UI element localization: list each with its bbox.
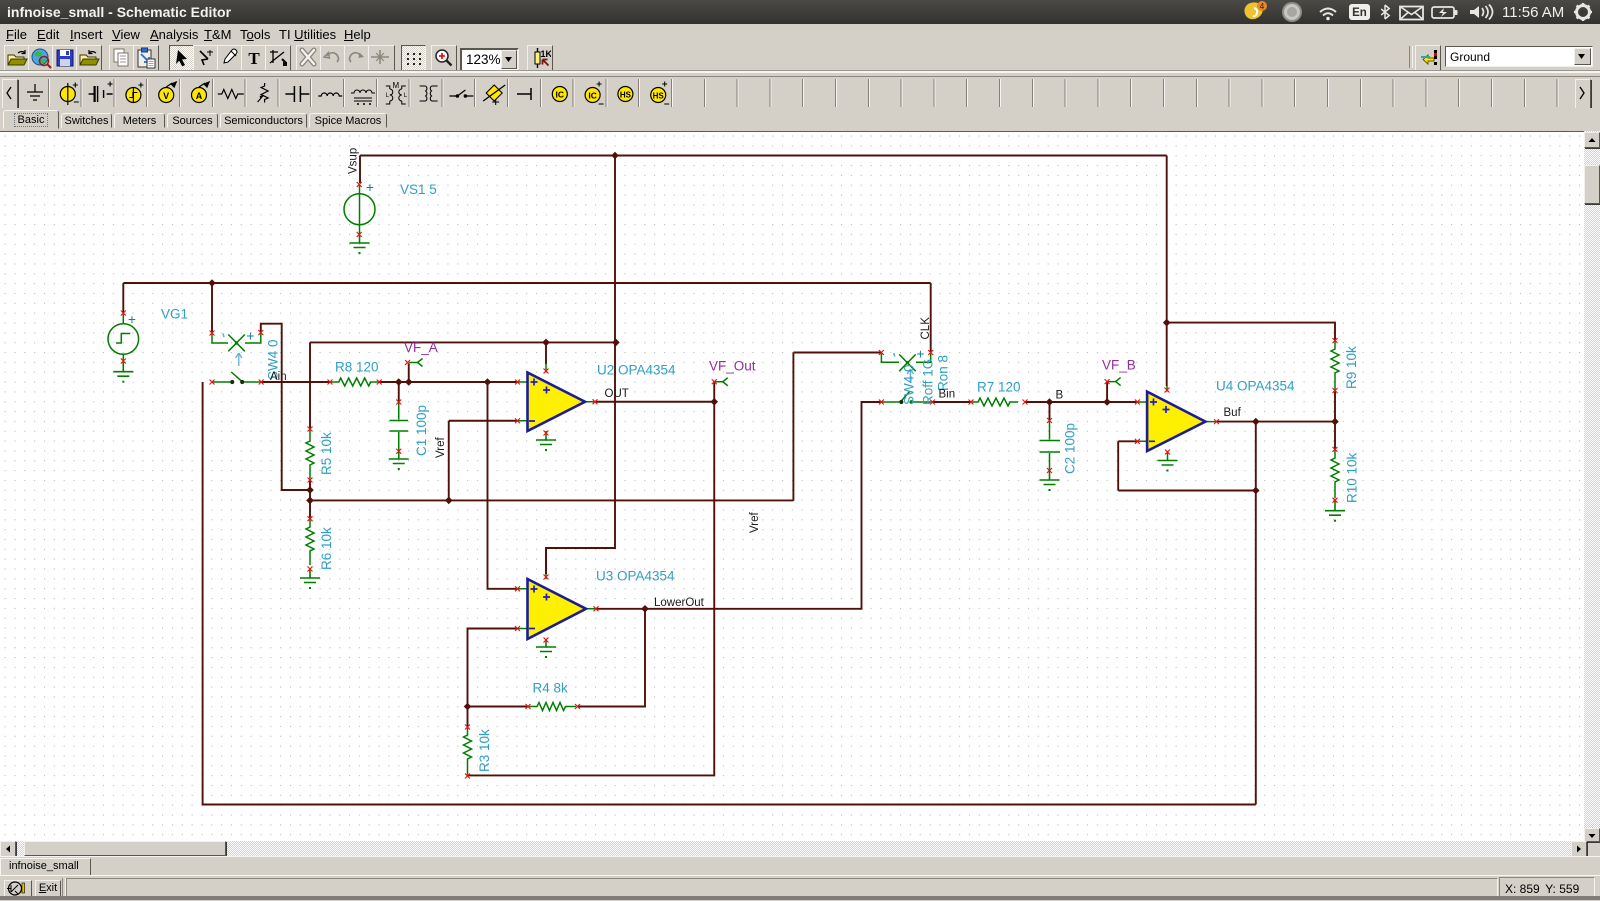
svg-text:VF_B: VF_B [1102,358,1136,373]
svg-text:R8 120: R8 120 [335,360,379,375]
svg-text:R7 120: R7 120 [977,380,1021,395]
svg-text:VF_Out: VF_Out [709,359,756,374]
svg-text:IC: IC [556,90,565,100]
svg-text:Vsup: Vsup [348,148,360,174]
svg-text:R4 8k: R4 8k [533,681,569,696]
svg-text:L: L [386,93,390,99]
svg-text:HS: HS [620,91,632,100]
svg-text:R3 10k: R3 10k [477,729,492,772]
svg-text:U3 OPA4354: U3 OPA4354 [596,569,675,584]
svg-text:VG1: VG1 [161,307,188,322]
svg-text:VF_A: VF_A [404,340,438,355]
svg-text:U4 OPA4354: U4 OPA4354 [1216,379,1295,394]
svg-text:VS1 5: VS1 5 [400,182,437,197]
svg-text:En: En [1352,7,1367,19]
svg-text:HS: HS [653,92,665,101]
svg-text:SW4 0: SW4 0 [902,364,917,405]
svg-text:+: + [128,312,136,327]
svg-text:11:56 AM: 11:56 AM [1502,4,1564,21]
svg-text:1K: 1K [540,49,551,59]
svg-text:C1 100p: C1 100p [414,405,429,456]
svg-text:Vref: Vref [435,437,447,458]
svg-text:R9 10k: R9 10k [1344,346,1359,389]
svg-text:LowerOut: LowerOut [654,597,705,609]
svg-text:T: T [248,49,260,68]
svg-text:Roff 1G: Roff 1G [921,359,936,405]
svg-text:R10 10k: R10 10k [1345,452,1360,503]
svg-text:V: V [163,91,169,101]
svg-text:+: + [247,329,255,344]
svg-text:Ron 8: Ron 8 [936,355,951,391]
svg-text:C2 100p: C2 100p [1063,423,1078,474]
svg-text:+: + [366,180,374,195]
svg-text:OUT: OUT [605,388,629,400]
svg-text:U2 OPA4354: U2 OPA4354 [597,363,676,378]
svg-text:Buf: Buf [1224,407,1242,419]
svg-text:4: 4 [1260,2,1265,11]
svg-text:B: B [1056,390,1064,402]
svg-text:IC: IC [588,91,597,101]
svg-text:Bin: Bin [939,389,956,401]
svg-text:M: M [392,81,399,90]
svg-text:CLK: CLK [920,317,932,340]
svg-text:L: L [404,93,408,99]
svg-text:A: A [196,91,203,101]
svg-text:Vref: Vref [749,512,761,533]
svg-text:R5 10k: R5 10k [319,432,334,475]
svg-text:R6 10k: R6 10k [319,527,334,570]
svg-text:Ain: Ain [270,371,287,383]
